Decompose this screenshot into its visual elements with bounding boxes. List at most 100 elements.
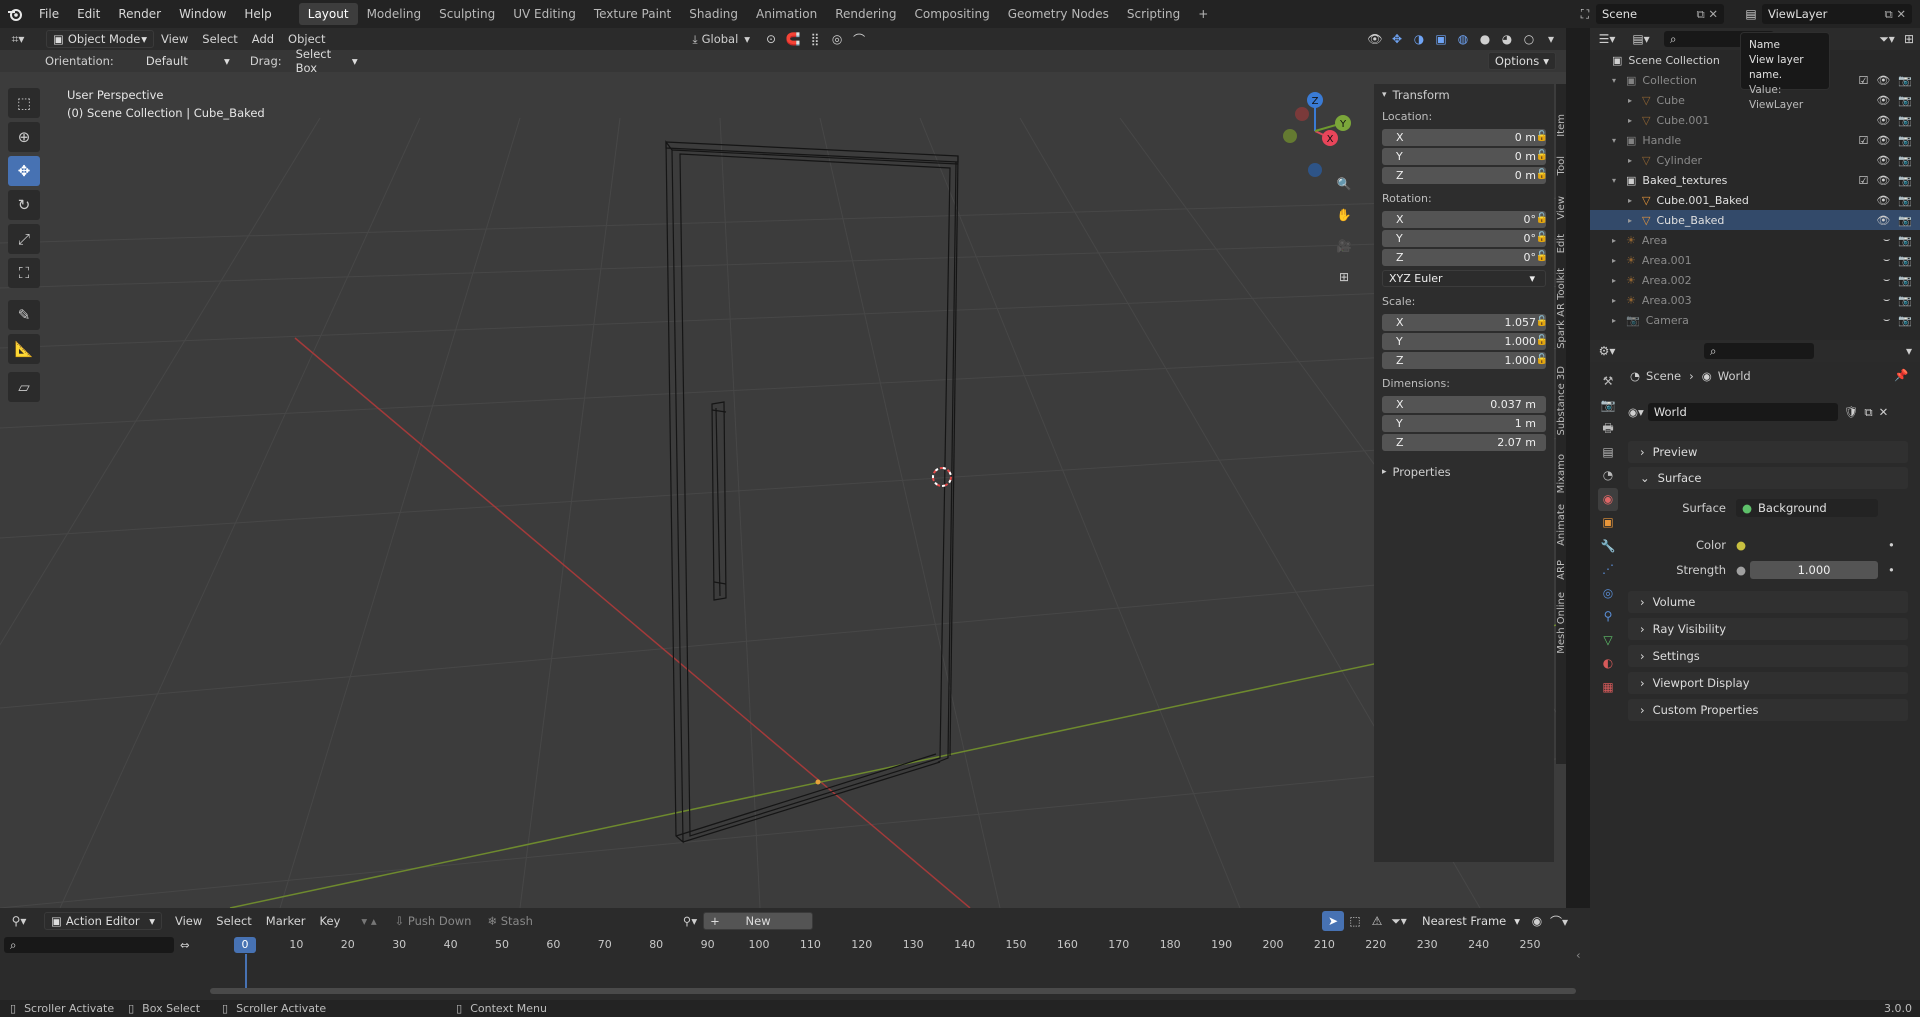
3d-viewport[interactable]: ⌗▾ ▣ Object Mode ▾ View Select Add Objec…: [0, 28, 1566, 908]
proportional-icon[interactable]: ◉: [1526, 911, 1548, 931]
scale-x-field[interactable]: X 1.057: [1382, 314, 1546, 331]
world-browse-icon[interactable]: ◉▾: [1628, 405, 1644, 419]
tab-edit[interactable]: Edit: [1556, 234, 1566, 253]
tool-tab-icon[interactable]: ⚒: [1598, 370, 1618, 394]
tl-filter-icon[interactable]: ⏷▾: [1388, 911, 1410, 931]
render-tab-icon[interactable]: 📷: [1598, 394, 1618, 418]
pin-icon[interactable]: 📌: [1894, 368, 1908, 382]
location-x-field[interactable]: X 0 m: [1382, 129, 1546, 146]
ortho-grid-icon[interactable]: ⊞: [1330, 263, 1358, 291]
tab-scripting[interactable]: Scripting: [1118, 3, 1189, 25]
render-camera-icon[interactable]: 📷: [1898, 154, 1912, 167]
gizmo-toggle-icon[interactable]: ✥: [1386, 29, 1408, 49]
keyframe-dot-icon[interactable]: •: [1888, 563, 1895, 577]
scene-selector[interactable]: Scene ⧉ ✕: [1596, 4, 1724, 24]
overlay-toggle-icon[interactable]: ◑: [1408, 29, 1430, 49]
snap-target-icon[interactable]: ⣿: [804, 29, 826, 49]
xray-icon[interactable]: ▣: [1430, 29, 1452, 49]
dimension-y-field[interactable]: Y 1 m: [1382, 415, 1546, 432]
measure-tool[interactable]: 📐: [8, 334, 40, 364]
panel-preview[interactable]: › Preview: [1628, 441, 1908, 463]
duplicate-icon[interactable]: ⧉: [1864, 405, 1872, 420]
editor-mode-dropdown[interactable]: ▣ Action Editor ▾: [44, 912, 162, 930]
tab-geometry-nodes[interactable]: Geometry Nodes: [999, 3, 1118, 25]
lock-icon[interactable]: 🔓: [1536, 150, 1548, 161]
tab-modeling[interactable]: Modeling: [358, 3, 431, 25]
properties-editor-icon[interactable]: ⚙▾: [1590, 341, 1624, 361]
exclude-checkbox[interactable]: ☑: [1858, 74, 1868, 87]
physics-tab-icon[interactable]: ◎: [1598, 582, 1618, 606]
tab-item[interactable]: Item: [1556, 114, 1566, 137]
hidden-eye-icon[interactable]: ⌣: [1883, 233, 1890, 247]
hidden-eye-icon[interactable]: ⌣: [1883, 273, 1890, 287]
tab-substance[interactable]: Substance 3D: [1556, 366, 1566, 436]
outliner-item-cube-001[interactable]: ▸ ▽ Cube.001 👁 📷: [1590, 110, 1920, 130]
hidden-eye-icon[interactable]: ⌣: [1883, 293, 1890, 307]
lock-icon[interactable]: 🔓: [1536, 316, 1548, 327]
lock-icon[interactable]: 🔓: [1536, 232, 1548, 243]
render-camera-icon[interactable]: 📷: [1898, 274, 1912, 287]
transform-panel-header[interactable]: ▾ Transform: [1374, 84, 1554, 106]
add-cube-tool[interactable]: ▱: [8, 372, 40, 402]
render-camera-icon[interactable]: 📷: [1898, 174, 1912, 187]
render-camera-icon[interactable]: 📷: [1898, 74, 1912, 87]
strength-field[interactable]: 1.000: [1750, 561, 1879, 579]
chevron-right-icon[interactable]: ▸: [1612, 276, 1626, 285]
tab-spark-ar[interactable]: Spark AR Toolkit: [1556, 268, 1566, 349]
fake-user-icon[interactable]: 🛡: [1844, 405, 1859, 419]
render-camera-icon[interactable]: 📷: [1898, 234, 1912, 247]
eye-icon[interactable]: 👁: [1876, 74, 1890, 87]
new-collection-icon[interactable]: ⊞: [1898, 29, 1920, 49]
eye-icon[interactable]: 👁: [1876, 194, 1890, 207]
annotate-tool[interactable]: ✎: [8, 300, 40, 330]
chevron-right-icon[interactable]: ▸: [1628, 156, 1642, 165]
panel-settings[interactable]: › Settings: [1628, 645, 1908, 667]
transform-tool[interactable]: ⛶: [8, 258, 40, 288]
scale-tool[interactable]: ⤢: [8, 224, 40, 254]
area-divider[interactable]: [1566, 28, 1590, 908]
render-camera-icon[interactable]: 📷: [1898, 314, 1912, 327]
new-action-button[interactable]: + New: [703, 912, 814, 930]
tl-menu-marker[interactable]: Marker: [259, 914, 313, 928]
surface-shader-field[interactable]: ● Background: [1736, 499, 1878, 517]
channel-search-input[interactable]: ⌕: [4, 937, 174, 953]
rotation-z-field[interactable]: Z 0°: [1382, 249, 1546, 266]
rotation-y-field[interactable]: Y 0°: [1382, 230, 1546, 247]
tab-layout[interactable]: Layout: [298, 3, 358, 25]
chevron-right-icon[interactable]: ▸: [1612, 256, 1626, 265]
material-shading-icon[interactable]: ◕: [1496, 29, 1518, 49]
tab-tool[interactable]: Tool: [1556, 156, 1566, 175]
location-y-field[interactable]: Y 0 m: [1382, 148, 1546, 165]
falloff-icon[interactable]: ⌒: [848, 29, 870, 49]
copy-layer-icon[interactable]: ⧉ ✕: [1884, 7, 1906, 22]
outliner-editor-icon[interactable]: ☰▾: [1590, 29, 1624, 49]
up-down-icon[interactable]: ▾ ▴: [361, 914, 376, 928]
outliner-item-cube-baked[interactable]: ▸ ▽ Cube_Baked 👁 📷: [1590, 210, 1920, 230]
outliner-item-camera[interactable]: ▸ 📷 Camera ⌣ 📷: [1590, 310, 1920, 330]
constraints-tab-icon[interactable]: ⚲: [1598, 605, 1618, 629]
outliner-item-cylinder[interactable]: ▸ ▽ Cylinder 👁 📷: [1590, 150, 1920, 170]
chevron-right-icon[interactable]: ▸: [1628, 196, 1642, 205]
properties-search-input[interactable]: ⌕: [1704, 343, 1814, 359]
panel-surface[interactable]: ⌄ Surface: [1628, 467, 1908, 489]
outliner-item-cube-001-baked[interactable]: ▸ ▽ Cube.001_Baked 👁 📷: [1590, 190, 1920, 210]
cursor-tool[interactable]: ⊕: [8, 122, 40, 152]
horizontal-scrollbar[interactable]: [210, 988, 1576, 994]
panel-custom-properties[interactable]: › Custom Properties: [1628, 699, 1908, 721]
scene-tab-icon[interactable]: ◔: [1598, 464, 1618, 488]
world-name-field[interactable]: World: [1647, 403, 1838, 421]
chevron-right-icon[interactable]: ▸: [1628, 96, 1642, 105]
snap-mode-dropdown[interactable]: Nearest Frame ▾: [1416, 912, 1526, 930]
unlink-icon[interactable]: ✕: [1879, 405, 1889, 419]
panel-ray-visibility[interactable]: › Ray Visibility: [1628, 618, 1908, 640]
stash-button[interactable]: ❄ Stash: [487, 914, 532, 928]
chevron-right-icon[interactable]: ▸: [1612, 296, 1626, 305]
color-swatch[interactable]: [1750, 536, 1879, 554]
eye-icon[interactable]: 👁: [1876, 174, 1890, 187]
dimension-z-field[interactable]: Z 2.07 m: [1382, 434, 1546, 451]
drag-dropdown[interactable]: Select Box ▾: [290, 47, 364, 75]
eye-icon[interactable]: 👁: [1876, 214, 1890, 227]
chevron-right-icon[interactable]: ▸: [1628, 216, 1642, 225]
outliner-item-baked-textures[interactable]: ▾ ▣ Baked_textures ☑ 👁 📷: [1590, 170, 1920, 190]
data-tab-icon[interactable]: ▽: [1598, 629, 1618, 653]
